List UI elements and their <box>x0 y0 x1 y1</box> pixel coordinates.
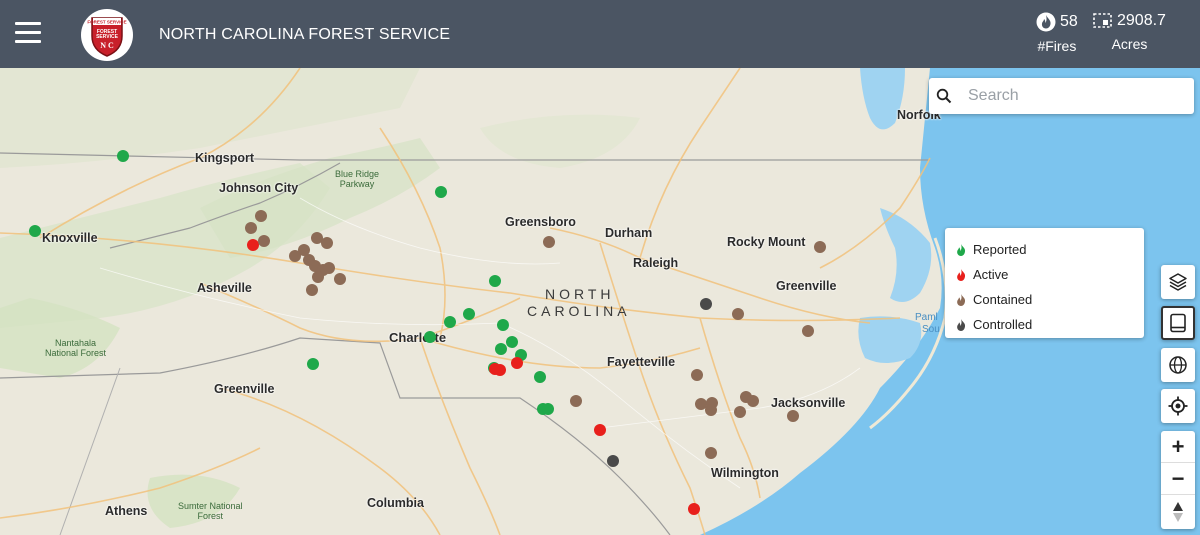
globe-icon <box>1169 356 1187 374</box>
crosshair-icon <box>1168 396 1188 416</box>
locate-button[interactable] <box>1161 389 1195 423</box>
area-selection-icon <box>1093 13 1112 28</box>
fire-marker-reported[interactable] <box>307 358 319 370</box>
fire-marker-contained[interactable] <box>245 222 257 234</box>
fire-marker-contained[interactable] <box>312 271 324 283</box>
fire-marker-reported[interactable] <box>463 308 475 320</box>
legend-label-contained: Contained <box>973 292 1033 307</box>
fire-marker-contained[interactable] <box>787 410 799 422</box>
fire-marker-contained[interactable] <box>334 273 346 285</box>
zoom-out-button[interactable]: − <box>1161 463 1195 495</box>
zoom-in-button[interactable]: + <box>1161 431 1195 463</box>
legend-item-contained: Contained <box>954 287 1144 312</box>
fire-marker-contained[interactable] <box>732 308 744 320</box>
book-icon <box>1170 313 1186 333</box>
fire-marker-reported[interactable] <box>117 150 129 162</box>
layers-button[interactable] <box>1161 265 1195 299</box>
fire-marker-contained[interactable] <box>321 237 333 249</box>
fire-marker-contained[interactable] <box>691 369 703 381</box>
hamburger-icon <box>15 22 41 25</box>
legend-label-controlled: Controlled <box>973 317 1033 332</box>
fire-marker-reported[interactable] <box>489 275 501 287</box>
contained-fire-icon <box>957 293 966 306</box>
fire-marker-reported[interactable] <box>29 225 41 237</box>
search-box[interactable] <box>929 78 1194 114</box>
menu-button[interactable] <box>15 22 41 44</box>
svg-text:FOREST SERVICE: FOREST SERVICE <box>87 20 126 25</box>
fire-marker-contained[interactable] <box>814 241 826 253</box>
fire-marker-contained[interactable] <box>255 210 267 222</box>
page-title: NORTH CAROLINA FOREST SERVICE <box>159 26 451 43</box>
fires-stat: 58 #Fires <box>1036 12 1078 54</box>
fire-marker-active[interactable] <box>494 364 506 376</box>
fire-marker-reported[interactable] <box>497 319 509 331</box>
fire-marker-contained[interactable] <box>734 406 746 418</box>
fire-marker-active[interactable] <box>688 503 700 515</box>
legend-item-controlled: Controlled <box>954 312 1144 337</box>
fire-marker-contained[interactable] <box>306 284 318 296</box>
fire-marker-controlled[interactable] <box>700 298 712 310</box>
layers-icon <box>1169 273 1187 291</box>
zoom-controls: + − <box>1161 431 1195 529</box>
fire-marker-contained[interactable] <box>705 447 717 459</box>
fire-status-legend: Reported Active Contained Controlled <box>945 228 1144 338</box>
svg-text:SERVICE: SERVICE <box>96 34 119 40</box>
plus-icon: + <box>1171 433 1185 459</box>
basemap-button[interactable] <box>1161 348 1195 382</box>
fire-marker-reported[interactable] <box>534 371 546 383</box>
fire-marker-reported[interactable] <box>506 336 518 348</box>
fire-marker-reported[interactable] <box>424 331 436 343</box>
fire-marker-contained[interactable] <box>258 235 270 247</box>
legend-label-active: Active <box>973 267 1009 282</box>
hamburger-icon <box>15 31 41 34</box>
compass-button[interactable] <box>1161 495 1195 529</box>
fire-marker-contained[interactable] <box>323 262 335 274</box>
fires-count: 58 <box>1060 13 1078 30</box>
fire-marker-reported[interactable] <box>444 316 456 328</box>
acres-label: Acres <box>1111 36 1148 52</box>
fire-marker-contained[interactable] <box>705 404 717 416</box>
fire-count-icon <box>1036 12 1056 32</box>
legend-item-reported: Reported <box>954 237 1144 262</box>
nc-forest-service-logo: FOREST SERVICE FOREST SERVICE N C <box>81 9 133 61</box>
active-fire-icon <box>957 268 966 281</box>
hamburger-icon <box>15 40 41 43</box>
fire-marker-active[interactable] <box>511 357 523 369</box>
app-header: FOREST SERVICE FOREST SERVICE N C NORTH … <box>0 0 1200 68</box>
fire-marker-controlled[interactable] <box>607 455 619 467</box>
fire-marker-contained[interactable] <box>747 395 759 407</box>
search-icon <box>936 88 952 104</box>
fire-marker-reported[interactable] <box>542 403 554 415</box>
reported-fire-icon <box>957 243 966 256</box>
fires-label: #Fires <box>1037 38 1077 54</box>
fire-marker-contained[interactable] <box>543 236 555 248</box>
svg-text:N C: N C <box>100 41 114 50</box>
legend-item-active: Active <box>954 262 1144 287</box>
compass-icon <box>1173 502 1183 522</box>
fire-marker-contained[interactable] <box>802 325 814 337</box>
minus-icon: − <box>1171 465 1185 491</box>
fire-marker-reported[interactable] <box>435 186 447 198</box>
search-input[interactable] <box>966 86 1170 106</box>
acres-count: 2908.7 <box>1117 12 1166 29</box>
shield-logo-icon: FOREST SERVICE FOREST SERVICE N C <box>87 17 127 57</box>
controlled-fire-icon <box>957 318 966 331</box>
legend-label-reported: Reported <box>973 242 1027 257</box>
legend-toggle-button[interactable] <box>1161 306 1195 340</box>
fire-marker-contained[interactable] <box>570 395 582 407</box>
acres-stat: 2908.7 Acres <box>1093 12 1166 52</box>
fire-marker-reported[interactable] <box>495 343 507 355</box>
fire-marker-active[interactable] <box>594 424 606 436</box>
